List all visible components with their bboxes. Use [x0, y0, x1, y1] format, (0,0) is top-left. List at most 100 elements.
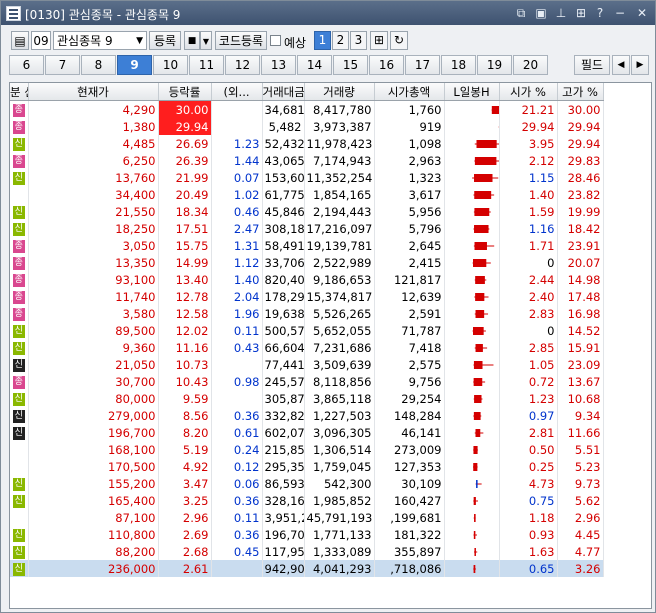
- close-icon[interactable]: ✕: [635, 6, 649, 20]
- minimize-icon[interactable]: −: [613, 6, 627, 20]
- high-change: 23.82: [557, 186, 604, 203]
- field-button[interactable]: 필드: [574, 55, 610, 75]
- pin-icon[interactable]: ⊥: [554, 6, 568, 20]
- tab-16[interactable]: 16: [369, 55, 404, 75]
- table-row[interactable]: 종HLB파나진4,29030.0034,6818,417,7801,76021.…: [10, 100, 651, 118]
- tab-8[interactable]: 8: [81, 55, 116, 75]
- list-view-icon[interactable]: ▤: [11, 31, 29, 50]
- table-row[interactable]: 신에브리봇21,05010.7377,4413,509,6392,5751.05…: [10, 356, 651, 373]
- table-row[interactable]: 종HLB제약30,70010.430.98245,5728,118,8569,7…: [10, 373, 651, 390]
- tab-next-icon[interactable]: ▶: [631, 55, 649, 75]
- group-select[interactable]: 관심종목 9 ▼: [53, 31, 147, 50]
- current-price: 165,400: [28, 492, 159, 509]
- tab-7[interactable]: 7: [45, 55, 80, 75]
- tab-11[interactable]: 11: [189, 55, 224, 75]
- tab-prev-icon[interactable]: ◀: [612, 55, 630, 75]
- table-row[interactable]: 신LG전자110,8002.690.36196,7011,771,133181,…: [10, 526, 651, 543]
- link-icon[interactable]: ⧉: [514, 6, 528, 20]
- table-row[interactable]: 종HLB이노베이션3,58012.581.9619,6385,526,2652,…: [10, 305, 651, 322]
- current-price: 196,700: [28, 424, 159, 441]
- change-rate: 2.69: [158, 526, 212, 543]
- col-header-class[interactable]: 분 신: [10, 83, 29, 101]
- daily-candle-cell: [444, 169, 500, 186]
- market-cap: 9,756: [374, 373, 445, 390]
- change-rate: 18.34: [158, 203, 212, 220]
- table-row[interactable]: 신한미반도체165,4003.250.36328,1641,985,852160…: [10, 492, 651, 509]
- table-row[interactable]: 신유한양행89,50012.020.11500,5755,652,05571,7…: [10, 322, 651, 339]
- trade-volume: 3,509,639: [304, 356, 375, 373]
- tab-12[interactable]: 12: [225, 55, 260, 75]
- table-row[interactable]: NAVER168,1005.190.24215,8521,306,514273,…: [10, 441, 651, 458]
- register-button[interactable]: 등록: [149, 31, 181, 50]
- change-rate: 26.69: [158, 135, 212, 152]
- current-price: 89,500: [28, 322, 159, 339]
- table-row[interactable]: 신레인보우로보틱스155,2003.470.0686,593542,30030,…: [10, 475, 651, 492]
- trade-volume: 3,973,387: [304, 118, 375, 135]
- trade-amount: 332,828: [262, 407, 305, 424]
- help-icon[interactable]: ?: [593, 6, 607, 20]
- marker-dropdown-icon[interactable]: ▼: [200, 31, 212, 50]
- table-row[interactable]: 신HLB테라퓨틱스9,36011.160.4366,6047,231,6867,…: [10, 339, 651, 356]
- candle-body: [472, 445, 478, 454]
- col-header-rate[interactable]: 등락률: [158, 83, 212, 101]
- refresh-icon[interactable]: ↻: [390, 31, 408, 50]
- screen-copy-icon[interactable]: ▣: [534, 6, 548, 20]
- layout-icon[interactable]: ⊞: [370, 31, 388, 50]
- col-header-cap[interactable]: 시가총액: [374, 83, 445, 101]
- tab-20[interactable]: 20: [513, 55, 548, 75]
- market-badge: 신: [12, 205, 25, 219]
- color-marker-icon[interactable]: ■: [184, 31, 200, 50]
- table-row[interactable]: 종HLB글로벌6,25026.391.4443,0657,174,9432,96…: [10, 152, 651, 169]
- tab-9[interactable]: 9: [117, 55, 152, 75]
- table-row[interactable]: 신유니테크노4,48526.691.2352,43211,978,4231,09…: [10, 135, 651, 152]
- table-row[interactable]: 신제이엔비13,76021.990.07153,60611,352,2541,3…: [10, 169, 651, 186]
- col-header-high[interactable]: 고가 %: [557, 83, 604, 101]
- daily-candle: [472, 190, 494, 199]
- market-badge-cell: 신: [10, 543, 29, 560]
- tab-13[interactable]: 13: [261, 55, 296, 75]
- table-row[interactable]: 신SK하이닉스236,0002.61942,9074,041,293,718,0…: [10, 560, 651, 577]
- table-row[interactable]: 종에이프로젠바이오1,38029.945,4823,973,38791929.9…: [10, 118, 651, 135]
- foreign-ratio: 0.36: [211, 407, 263, 424]
- market-badge-cell: 신: [10, 356, 29, 373]
- table-row[interactable]: 삼성전기170,5004.920.12295,3541,759,045127,3…: [10, 458, 651, 475]
- foreign-ratio: 1.12: [211, 254, 263, 271]
- tab-10[interactable]: 10: [153, 55, 188, 75]
- col-header-price[interactable]: 현재가: [28, 83, 159, 101]
- table-row[interactable]: 종넥스트칩13,35014.991.1233,7062,522,9892,415…: [10, 254, 651, 271]
- group-number-field[interactable]: 09: [31, 31, 51, 50]
- tab-15[interactable]: 15: [333, 55, 368, 75]
- tab-14[interactable]: 14: [297, 55, 332, 75]
- code-register-button[interactable]: 코드등록: [215, 31, 267, 50]
- page-button-1[interactable]: 1: [314, 31, 331, 50]
- col-header-candle[interactable]: L일봉H: [444, 83, 500, 101]
- col-header-foreign[interactable]: (외...: [211, 83, 263, 101]
- tab-19[interactable]: 19: [477, 55, 512, 75]
- settings-icon[interactable]: ⊞: [574, 6, 588, 20]
- table-row[interactable]: 신삼천당제약196,7008.200.61602,0773,096,30546,…: [10, 424, 651, 441]
- table-row[interactable]: 신아이센스21,55018.340.4645,8462,194,4435,956…: [10, 203, 651, 220]
- table-row[interactable]: 종HLB바이오스텝3,05015.751.3158,49119,139,7812…: [10, 237, 651, 254]
- table-row[interactable]: 신KB금융88,2002.680.45117,9511,333,089355,8…: [10, 543, 651, 560]
- table-row[interactable]: 종HLB93,10013.401.40820,4049,186,653121,8…: [10, 271, 651, 288]
- foreign-ratio: 1.44: [211, 152, 263, 169]
- col-header-open[interactable]: 시가 %: [499, 83, 558, 101]
- tab-17[interactable]: 17: [405, 55, 440, 75]
- daily-candle-cell: [444, 390, 500, 407]
- table-row[interactable]: 신알테오젠279,0008.560.36332,8281,227,503148,…: [10, 407, 651, 424]
- table-row[interactable]: 삼성전자87,1002.960.113,951,28045,791,193,19…: [10, 509, 651, 526]
- page-button-3[interactable]: 3: [350, 31, 367, 50]
- table-row[interactable]: 종HLB생명과학11,74012.782.04178,29115,374,817…: [10, 288, 651, 305]
- page-button-2[interactable]: 2: [332, 31, 349, 50]
- table-row[interactable]: 디앤디파마텍34,40020.491.0261,7751,854,1653,61…: [10, 186, 651, 203]
- trade-volume: 1,771,133: [304, 526, 375, 543]
- window-menu-icon[interactable]: [6, 6, 21, 21]
- reserve-checkbox[interactable]: [270, 35, 281, 46]
- daily-candle: [475, 479, 482, 488]
- table-row[interactable]: 신리가켐바이오80,0009.59305,8773,865,11829,2541…: [10, 390, 651, 407]
- table-row[interactable]: 신바이넥스18,25017.512.47308,18817,216,0975,7…: [10, 220, 651, 237]
- tab-18[interactable]: 18: [441, 55, 476, 75]
- col-header-amount[interactable]: 거래대금: [262, 83, 305, 101]
- col-header-volume[interactable]: 거래량: [304, 83, 375, 101]
- tab-6[interactable]: 6: [9, 55, 44, 75]
